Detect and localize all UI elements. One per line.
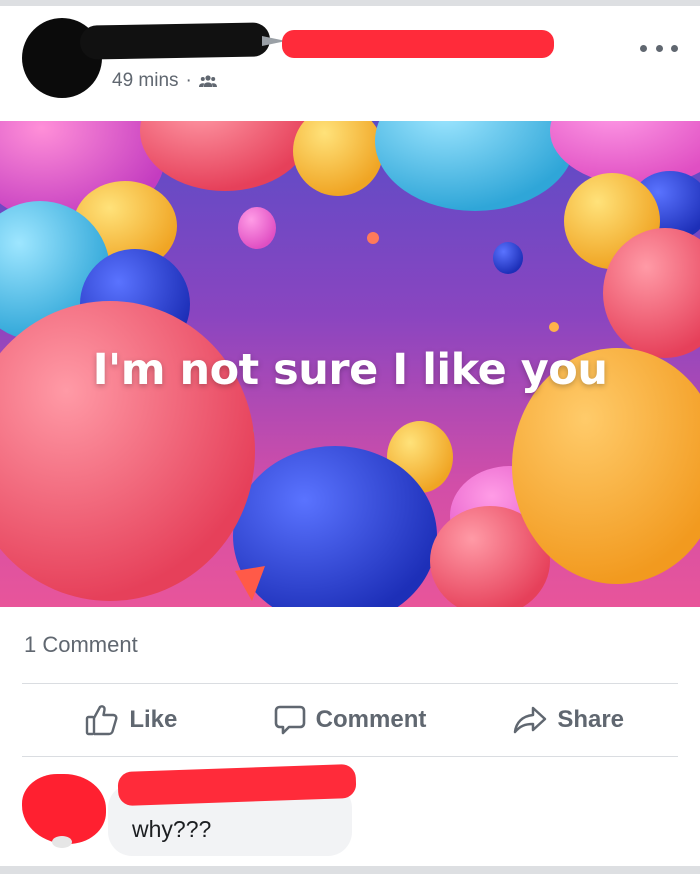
- comment-label: Comment: [315, 706, 427, 733]
- like-label: Like: [129, 706, 178, 733]
- like-button[interactable]: Like: [22, 704, 241, 736]
- bottom-separator: [0, 866, 700, 874]
- more-options-icon[interactable]: [640, 38, 678, 58]
- post-header: [0, 6, 700, 121]
- post-action-bar: Like Comment Share: [22, 684, 678, 756]
- share-label: Share: [557, 706, 625, 733]
- more-dot: [655, 44, 663, 52]
- commenter-avatar-edge: [52, 836, 72, 848]
- post-timestamp-row: 49 mins ·: [112, 70, 217, 92]
- post-image[interactable]: I'm not sure I like you: [0, 121, 700, 607]
- speech-bubble-icon: [274, 705, 305, 735]
- more-dot: [640, 44, 647, 52]
- actions-bottom-divider: [22, 756, 678, 757]
- author-name-redaction-black: [79, 22, 271, 60]
- image-caption: I'm not sure I like you: [92, 345, 608, 395]
- commenter-avatar-redacted[interactable]: [22, 774, 106, 844]
- author-name-redaction-red[interactable]: [282, 30, 554, 58]
- comment-count-link[interactable]: 1 Comment: [24, 632, 138, 658]
- friends-icon[interactable]: [198, 74, 217, 88]
- comment-text: why???: [132, 816, 212, 842]
- comment-button[interactable]: Comment: [241, 704, 460, 736]
- share-arrow-icon: [514, 706, 547, 734]
- post-timestamp[interactable]: 49 mins: [112, 70, 179, 92]
- share-button[interactable]: Share: [459, 705, 678, 735]
- timestamp-separator: ·: [185, 70, 192, 91]
- thumbs-up-icon: [86, 705, 118, 736]
- more-dot: [671, 44, 678, 52]
